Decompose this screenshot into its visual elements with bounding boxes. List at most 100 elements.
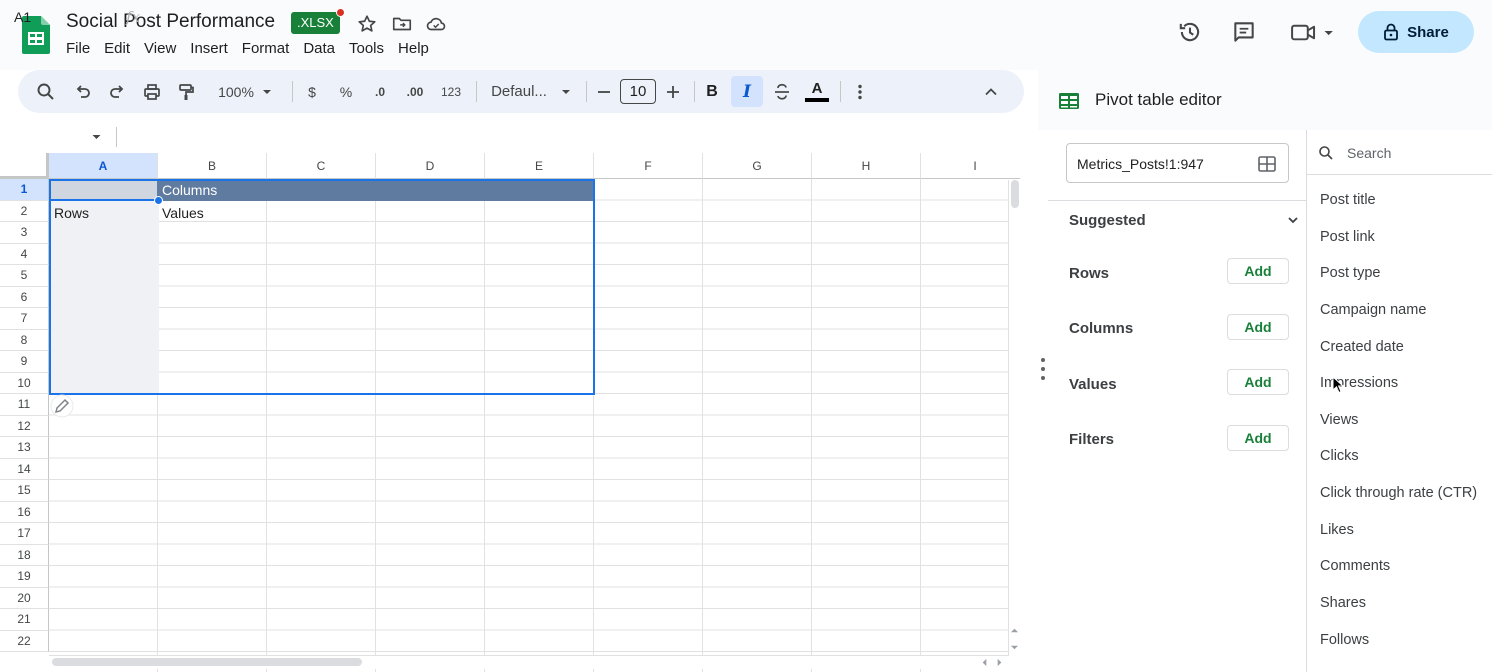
star-icon[interactable] bbox=[356, 13, 378, 35]
row-header[interactable]: 19 bbox=[0, 566, 49, 588]
suggested-header[interactable]: Suggested bbox=[1069, 212, 1146, 229]
row-header[interactable]: 21 bbox=[0, 609, 49, 631]
field-search-input[interactable] bbox=[1347, 143, 1487, 163]
row-header[interactable]: 12 bbox=[0, 415, 49, 437]
name-box[interactable]: A1 bbox=[14, 9, 31, 25]
font-family-select[interactable]: Defaul... bbox=[488, 70, 574, 113]
menu-view[interactable]: View bbox=[137, 40, 183, 58]
edit-pivot-pencil-icon[interactable] bbox=[50, 394, 74, 418]
column-header[interactable]: I bbox=[921, 153, 1020, 179]
chevron-down-icon[interactable] bbox=[1286, 213, 1300, 227]
add-rows-button[interactable]: Add bbox=[1227, 258, 1289, 284]
decrease-font-size-button[interactable] bbox=[594, 70, 614, 113]
field-item[interactable]: Campaign name bbox=[1320, 302, 1426, 318]
strikethrough-button[interactable] bbox=[771, 70, 793, 113]
collapse-toolbar-button[interactable] bbox=[980, 70, 1002, 113]
meet-call-icon[interactable] bbox=[1290, 19, 1336, 45]
menu-insert[interactable]: Insert bbox=[183, 40, 235, 58]
select-all-corner[interactable] bbox=[0, 153, 49, 179]
menu-help[interactable]: Help bbox=[391, 40, 436, 58]
share-button[interactable]: Share bbox=[1358, 11, 1474, 53]
name-box-chevron-icon[interactable] bbox=[91, 132, 102, 142]
field-item[interactable]: Post type bbox=[1320, 265, 1380, 281]
field-item[interactable]: Clicks bbox=[1320, 448, 1359, 464]
column-header[interactable]: E bbox=[485, 153, 594, 179]
cell-b1[interactable]: Columns bbox=[162, 182, 217, 198]
vertical-scrollbar[interactable] bbox=[1008, 180, 1020, 655]
add-values-button[interactable]: Add bbox=[1227, 369, 1289, 395]
column-header[interactable]: C bbox=[267, 153, 376, 179]
decrease-decimal-button[interactable]: .0 bbox=[367, 70, 393, 113]
field-item[interactable]: Created date bbox=[1320, 339, 1404, 355]
row-header[interactable]: 6 bbox=[0, 286, 49, 308]
menu-edit[interactable]: Edit bbox=[97, 40, 137, 58]
comments-icon[interactable] bbox=[1231, 19, 1257, 45]
increase-font-size-button[interactable] bbox=[663, 70, 683, 113]
column-header[interactable]: B bbox=[158, 153, 267, 179]
cell-b2[interactable]: Values bbox=[162, 205, 204, 221]
scroll-down-icon[interactable] bbox=[1010, 643, 1019, 652]
row-header[interactable]: 20 bbox=[0, 587, 49, 609]
menu-data[interactable]: Data bbox=[296, 40, 342, 58]
field-item[interactable]: Comments bbox=[1320, 558, 1390, 574]
field-item[interactable]: Click through rate (CTR) bbox=[1320, 485, 1477, 501]
font-size-input[interactable]: 10 bbox=[620, 79, 656, 104]
row-header[interactable]: 5 bbox=[0, 265, 49, 287]
redo-button[interactable] bbox=[105, 70, 129, 113]
cell-a2[interactable]: Rows bbox=[54, 205, 89, 221]
row-header[interactable]: 9 bbox=[0, 351, 49, 373]
menu-format[interactable]: Format bbox=[235, 40, 297, 58]
field-item[interactable]: Follows bbox=[1320, 632, 1369, 648]
field-item[interactable]: Post link bbox=[1320, 229, 1375, 245]
paint-format-button[interactable] bbox=[174, 70, 198, 113]
print-button[interactable] bbox=[140, 70, 164, 113]
row-header[interactable]: 7 bbox=[0, 308, 49, 330]
move-folder-icon[interactable] bbox=[391, 13, 413, 35]
row-header[interactable]: 10 bbox=[0, 372, 49, 394]
italic-button[interactable]: I bbox=[731, 76, 763, 107]
field-item[interactable]: Post title bbox=[1320, 192, 1376, 208]
row-header[interactable]: 4 bbox=[0, 243, 49, 265]
scroll-right-icon[interactable] bbox=[995, 658, 1004, 667]
column-header[interactable]: A bbox=[49, 153, 158, 179]
search-menus-button[interactable] bbox=[34, 70, 58, 113]
column-header[interactable]: H bbox=[812, 153, 921, 179]
undo-button[interactable] bbox=[71, 70, 95, 113]
column-header[interactable]: G bbox=[703, 153, 812, 179]
row-header[interactable]: 13 bbox=[0, 437, 49, 459]
add-filters-button[interactable]: Add bbox=[1227, 425, 1289, 451]
document-title[interactable]: Social Post Performance bbox=[66, 11, 275, 33]
currency-format-button[interactable]: $ bbox=[302, 70, 322, 113]
row-header[interactable]: 3 bbox=[0, 222, 49, 244]
menu-file[interactable]: File bbox=[66, 40, 97, 58]
file-type-badge[interactable]: .XLSX bbox=[291, 12, 340, 34]
number-format-button[interactable]: 123 bbox=[438, 70, 464, 113]
scroll-left-icon[interactable] bbox=[980, 658, 989, 667]
row-header[interactable]: 18 bbox=[0, 544, 49, 566]
menu-tools[interactable]: Tools bbox=[342, 40, 391, 58]
vertical-scroll-thumb[interactable] bbox=[1011, 180, 1019, 208]
row-header[interactable]: 22 bbox=[0, 630, 49, 652]
bold-button[interactable]: B bbox=[702, 70, 722, 113]
row-header[interactable]: 15 bbox=[0, 480, 49, 502]
field-item[interactable]: Views bbox=[1320, 412, 1358, 428]
panel-resize-handle-icon[interactable] bbox=[1040, 357, 1046, 381]
row-header[interactable]: 2 bbox=[0, 200, 49, 222]
zoom-select[interactable]: 100% bbox=[208, 70, 282, 113]
horizontal-scroll-thumb[interactable] bbox=[52, 658, 362, 666]
percent-format-button[interactable]: % bbox=[336, 70, 356, 113]
row-header[interactable]: 17 bbox=[0, 523, 49, 545]
field-item[interactable]: Shares bbox=[1320, 595, 1366, 611]
column-header[interactable]: D bbox=[376, 153, 485, 179]
add-columns-button[interactable]: Add bbox=[1227, 314, 1289, 340]
version-history-icon[interactable] bbox=[1177, 19, 1203, 45]
row-header[interactable]: 14 bbox=[0, 458, 49, 480]
text-color-button[interactable]: A bbox=[803, 70, 831, 113]
row-header[interactable]: 8 bbox=[0, 329, 49, 351]
field-item[interactable]: Likes bbox=[1320, 522, 1354, 538]
cloud-saved-icon[interactable] bbox=[425, 13, 447, 35]
scroll-up-icon[interactable] bbox=[1010, 626, 1019, 635]
increase-decimal-button[interactable]: .00 bbox=[401, 70, 429, 113]
row-header[interactable]: 11 bbox=[0, 394, 49, 416]
row-header[interactable]: 1 bbox=[0, 179, 49, 201]
